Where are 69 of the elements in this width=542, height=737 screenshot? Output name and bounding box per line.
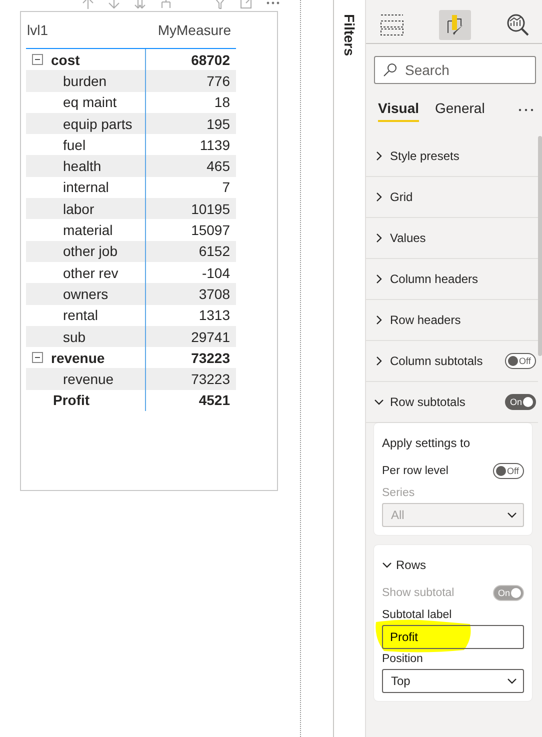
column-header: lvl1 [26, 22, 50, 38]
value-cell: 6152 [145, 240, 236, 262]
toggle-switch[interactable]: Off [493, 463, 524, 479]
value-cell: 3708 [145, 283, 236, 305]
pane-button[interactable] [439, 10, 471, 40]
row-header-cell-text: other job [62, 242, 118, 262]
chevron-right-icon [374, 151, 384, 161]
tab[interactable]: Visual [378, 98, 419, 122]
value-cell: 776 [145, 70, 236, 92]
field-label: Per row level [382, 465, 448, 477]
focus-mode-icon[interactable] [240, 0, 252, 9]
row-header-cell-text: material [62, 221, 114, 240]
chevron-down-icon [507, 510, 517, 520]
card-title: Apply settings to [382, 436, 470, 450]
chevron-down-icon [507, 676, 517, 686]
chevron-down-icon [374, 397, 384, 407]
row-header-cell-text: eq maint [62, 93, 118, 112]
row-header-cell-text: sub [62, 328, 87, 346]
search-icon [383, 63, 397, 77]
value-cell: 195 [145, 112, 236, 134]
magnifier-chart-icon [506, 13, 530, 37]
row-header-cell-text: revenue [62, 370, 115, 390]
row-header-cell-text: rental [62, 306, 100, 326]
field-label: Show subtotal [382, 587, 454, 599]
search-field[interactable]: Search [374, 56, 536, 84]
row-header-cell-text: equip parts [62, 114, 134, 134]
filter-icon[interactable] [214, 0, 226, 9]
double-arrow-down-icon[interactable] [134, 0, 146, 9]
arrow-up-icon[interactable] [82, 0, 94, 9]
value-cell: 29741 [145, 326, 236, 348]
field-label: Position [382, 653, 424, 665]
row-header-cell-text: other rev [62, 264, 120, 283]
filters-label: Filters [342, 14, 358, 56]
collapse-icon[interactable] [32, 54, 43, 66]
value-cell: 465 [145, 155, 236, 177]
row-header-cell-text: owners [62, 284, 110, 304]
value-cell: 73223 [145, 368, 236, 390]
field-label: Subtotal label [382, 609, 453, 621]
toggle-switch[interactable]: Off [505, 353, 536, 369]
more-options-icon[interactable] [518, 108, 534, 112]
tab[interactable]: General [435, 98, 485, 122]
chevron-right-icon [374, 274, 384, 284]
hierarchy-icon[interactable] [160, 0, 172, 9]
search-input[interactable]: Search [403, 61, 527, 79]
arrow-down-icon[interactable] [108, 0, 120, 9]
card-title[interactable]: Rows [396, 558, 426, 572]
more-options-icon[interactable] [266, 1, 280, 5]
input-field[interactable]: Profit [382, 625, 524, 649]
row-header-cell-text: Profit [52, 391, 91, 410]
chevron-right-icon [374, 356, 384, 366]
dropdown[interactable]: Top [382, 669, 524, 693]
row-header-cell-text: fuel [62, 136, 87, 155]
section-header[interactable]: Column subtotals Off [366, 341, 538, 382]
column-header: MyMeasure [156, 22, 232, 38]
row-header-cell-text: labor [62, 200, 96, 219]
chevron-right-icon [374, 315, 384, 325]
collapse-icon[interactable] [32, 352, 43, 364]
chevron-right-icon [374, 233, 384, 243]
row-header-cell: cost [26, 49, 145, 70]
field-label: Series [382, 487, 416, 499]
value-cell: 10195 [145, 198, 236, 220]
row-header-cell: revenue [26, 347, 145, 368]
value-cell: 4521 [145, 390, 236, 412]
row-header-cell-text: internal [62, 178, 110, 198]
toggle-switch[interactable]: On [505, 394, 536, 410]
chevron-right-icon [374, 192, 384, 202]
row-header-cell-text: burden [62, 72, 108, 91]
row-header-cell-text: health [62, 157, 102, 176]
table-layout-icon [380, 13, 404, 37]
